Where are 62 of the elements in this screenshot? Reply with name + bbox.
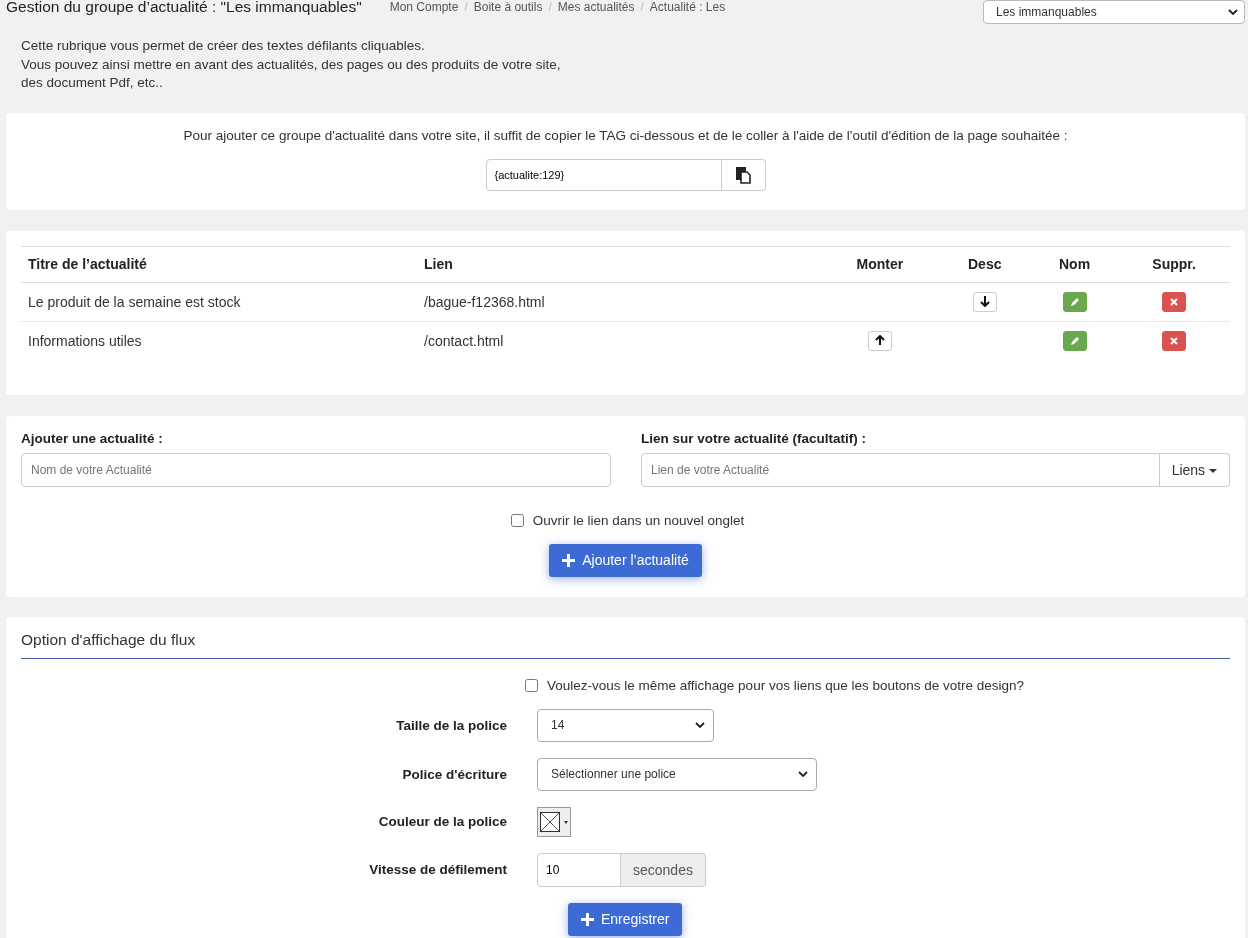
table-cell: Informations utiles bbox=[28, 332, 142, 349]
arrow-up-icon bbox=[874, 335, 885, 346]
speed-field[interactable]: 10 bbox=[537, 852, 621, 887]
intro-text: Cette rubrique vous permet de créer des textes défilants cliquables. bbox=[21, 37, 426, 55]
pencil-icon bbox=[1069, 296, 1080, 307]
chevron-down-icon bbox=[798, 771, 808, 777]
breadcrumb-separator: / bbox=[640, 0, 644, 14]
group-select[interactable]: Les immanquables bbox=[983, 0, 1245, 24]
same-display-checkbox[interactable] bbox=[525, 678, 538, 692]
unit-label: secondes bbox=[621, 852, 706, 887]
delete-button[interactable] bbox=[1162, 330, 1187, 351]
links-dropdown-button[interactable]: Liens bbox=[1159, 452, 1230, 487]
column-header: Lien bbox=[417, 246, 821, 282]
page-title: Gestion du groupe d’actualité : "Les immanquables" bbox=[6, 0, 362, 15]
breadcrumb-link[interactable]: Mes actualités bbox=[557, 0, 635, 14]
tag-instructions: Pour ajouter ce groupe d'actualité dans votre site, il suffit de copier le TAG ci-dessous et de le coller à l'aide de l'outil d'édition de la page souhaitée : bbox=[183, 127, 1068, 143]
tag-field[interactable]: {actualite:129} bbox=[485, 158, 722, 191]
news-name-field[interactable]: Nom de votre Actualité bbox=[21, 452, 611, 487]
breadcrumb-link[interactable]: Mon Compte bbox=[389, 0, 459, 14]
add-news-button[interactable]: Ajouter l’actualité bbox=[549, 543, 702, 577]
chevron-down-icon bbox=[1228, 9, 1238, 15]
column-header: Nom bbox=[1030, 246, 1119, 282]
field-label: Lien sur votre actualité (facultatif) : bbox=[641, 430, 868, 446]
chevron-down-icon bbox=[695, 722, 705, 728]
color-picker[interactable] bbox=[537, 806, 571, 837]
news-link-field[interactable]: Lien de votre Actualité bbox=[641, 452, 1160, 487]
checkbox-label: Ouvrir le lien dans un nouvel onglet bbox=[532, 512, 745, 528]
column-header: Desc bbox=[938, 246, 1031, 282]
field-label: Vitesse de défilement bbox=[368, 862, 507, 877]
new-tab-checkbox[interactable] bbox=[510, 513, 524, 527]
field-label: Taille de la police bbox=[395, 717, 507, 733]
move-down-button[interactable] bbox=[972, 291, 997, 312]
field-label: Ajouter une actualité : bbox=[21, 430, 164, 446]
table-cell: Le produit de la semaine est stock bbox=[28, 293, 241, 310]
checkbox-label: Voulez-vous le même affichage pour vos liens que les boutons de votre design? bbox=[547, 677, 1025, 693]
close-icon bbox=[1170, 297, 1179, 306]
font-select[interactable]: Sélectionner une police bbox=[537, 757, 817, 791]
edit-button[interactable] bbox=[1062, 291, 1087, 312]
font-size-select[interactable]: 14 bbox=[537, 708, 714, 742]
save-button[interactable]: Enregistrer bbox=[568, 902, 683, 936]
close-icon bbox=[1170, 336, 1179, 345]
field-label: Couleur de la police bbox=[377, 814, 507, 829]
copy-button[interactable] bbox=[721, 158, 766, 191]
move-up-button[interactable] bbox=[867, 330, 892, 351]
clipboard-icon bbox=[735, 165, 751, 184]
intro-text: des document Pdf, etc.. bbox=[21, 74, 164, 92]
table-cell: /bague-f12368.html bbox=[424, 293, 545, 310]
section-title: Option d'affichage du flux bbox=[21, 630, 1230, 659]
field-label: Police d'écriture bbox=[401, 766, 507, 782]
table-cell: /contact.html bbox=[424, 332, 504, 349]
column-header: Suppr. bbox=[1118, 246, 1230, 282]
edit-button[interactable] bbox=[1062, 330, 1087, 351]
pencil-icon bbox=[1069, 335, 1080, 346]
breadcrumb-separator: / bbox=[548, 0, 552, 14]
arrow-down-icon bbox=[979, 296, 990, 307]
column-header: Titre de l’actualité bbox=[21, 246, 417, 282]
breadcrumb-separator: / bbox=[464, 0, 468, 14]
breadcrumb-link[interactable]: Actualité : Les bbox=[649, 0, 726, 14]
delete-button[interactable] bbox=[1162, 291, 1187, 312]
breadcrumb-link[interactable]: Boite à outils bbox=[473, 0, 543, 14]
intro-text: Vous pouvez ainsi mettre en avant des actualités, des pages ou des produits de votre site, bbox=[21, 55, 562, 74]
column-header: Monter bbox=[821, 246, 939, 282]
